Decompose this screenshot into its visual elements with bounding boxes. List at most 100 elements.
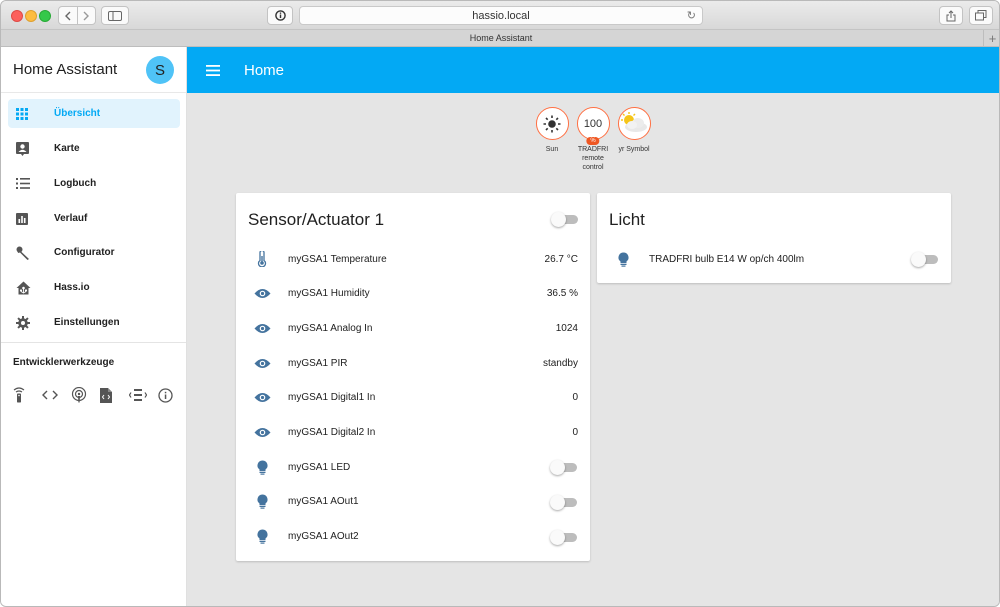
entity-name: myGSA1 Analog In: [288, 322, 373, 334]
badge-circle: [617, 107, 651, 140]
badge-label: Sun: [545, 146, 559, 153]
entity-state: 1024: [555, 322, 578, 334]
developer-tools-title: Entwicklerwerkzeuge: [13, 357, 115, 368]
badge-tradfri-remote[interactable]: 100 % TRADFRI remote control: [575, 107, 611, 172]
entity-row[interactable]: myGSA1 Analog In 1024: [236, 311, 590, 345]
grid-icon: [16, 107, 46, 120]
map-account-icon: [16, 141, 46, 156]
code-icon[interactable]: [42, 385, 71, 405]
sidebar-item-label: Configurator: [54, 247, 115, 258]
menu-icon[interactable]: [206, 63, 220, 77]
sidebar-item-label: Logbuch: [54, 178, 97, 189]
main-content: Sun 100 % TRADFRI remote control yr Symb…: [187, 93, 999, 606]
address-text: hassio.local: [472, 9, 530, 22]
address-bar[interactable]: hassio.local ↻: [299, 6, 703, 25]
sidebar-item-hassio[interactable]: Hass.io: [8, 273, 180, 302]
sidebar-header: Home Assistant S: [1, 47, 186, 93]
browser-window: hassio.local ↻ Home Assistant + Home Ass…: [0, 0, 1000, 607]
app-header: Home: [187, 47, 999, 93]
avatar[interactable]: S: [146, 56, 174, 84]
remote-icon[interactable]: [13, 385, 42, 405]
entity-state: standby: [542, 357, 578, 369]
chart-icon: [16, 212, 46, 225]
entity-row[interactable]: myGSA1 Temperature 26.7 °C: [236, 242, 590, 276]
entity-row[interactable]: myGSA1 PIR standby: [236, 346, 590, 380]
browser-toolbar: hassio.local ↻: [1, 1, 999, 30]
sidebar-item-label: Karte: [54, 143, 80, 154]
sidebar: Home Assistant S Übersicht Karte Logbuch: [1, 47, 187, 606]
sidebar-item-logbuch[interactable]: Logbuch: [8, 169, 180, 198]
tab-bar: Home Assistant +: [1, 30, 999, 47]
close-window-button[interactable]: [11, 10, 23, 22]
sidebar-item-uebersicht[interactable]: Übersicht: [8, 99, 180, 128]
share-button[interactable]: [939, 6, 963, 25]
entity-name: myGSA1 Humidity: [288, 288, 370, 300]
privacy-report-button[interactable]: [267, 6, 293, 25]
badge-value: 100: [583, 117, 603, 130]
entity-row[interactable]: myGSA1 Humidity 36.5 %: [236, 277, 590, 311]
badge-label: yr Symbol: [618, 146, 650, 153]
entity-name: myGSA1 PIR: [288, 357, 348, 369]
sidebar-item-label: Verlauf: [54, 213, 88, 224]
sidebar-item-label: Hass.io: [54, 282, 90, 293]
radio-tower-icon[interactable]: [129, 385, 158, 405]
badge-yr-symbol[interactable]: yr Symbol: [616, 107, 652, 154]
tab-overview-button[interactable]: [969, 6, 993, 25]
entity-name: myGSA1 Digital2 In: [288, 427, 376, 438]
entity-toggle[interactable]: [911, 252, 939, 267]
badge-sun[interactable]: Sun: [534, 107, 570, 154]
sidebar-divider: [1, 342, 186, 343]
badge-circle: 100 %: [576, 107, 610, 145]
eye-icon: [253, 288, 271, 299]
lightbulb-icon: [253, 529, 271, 544]
sidebar-item-label: Übersicht: [54, 108, 101, 119]
sidebar-item-label: Einstellungen: [54, 317, 120, 328]
zoom-window-button[interactable]: [39, 10, 51, 22]
forward-button[interactable]: [76, 7, 96, 24]
entity-row[interactable]: myGSA1 Digital2 In 0: [236, 416, 590, 450]
entity-toggle[interactable]: [550, 460, 578, 476]
weather-icon: [621, 111, 647, 132]
entity-toggle[interactable]: [550, 529, 578, 545]
sun-icon: [543, 115, 561, 132]
minimize-window-button[interactable]: [25, 10, 37, 22]
tab-title[interactable]: Home Assistant: [470, 33, 533, 43]
eye-icon: [253, 427, 271, 438]
list-icon: [16, 178, 46, 189]
card-title: Licht: [609, 210, 645, 229]
podcast-icon[interactable]: [71, 385, 100, 405]
eye-icon: [253, 358, 271, 369]
sidebar-item-einstellungen[interactable]: Einstellungen: [8, 308, 180, 337]
entity-row[interactable]: myGSA1 LED: [236, 450, 590, 484]
entity-name: myGSA1 Temperature: [288, 253, 387, 265]
sidebar-item-verlauf[interactable]: Verlauf: [8, 204, 180, 233]
sidebar-item-configurator[interactable]: Configurator: [8, 238, 180, 267]
entity-row[interactable]: myGSA1 AOut1: [236, 485, 590, 519]
entity-toggle[interactable]: [550, 494, 578, 510]
show-sidebar-button[interactable]: [101, 6, 129, 25]
file-xml-icon[interactable]: [100, 385, 129, 405]
developer-tools: [13, 385, 187, 405]
card-master-toggle[interactable]: [551, 212, 579, 227]
lightbulb-icon: [253, 460, 271, 475]
entity-row[interactable]: TRADFRI bulb E14 W op/ch 400lm: [597, 242, 951, 276]
share-icon: [946, 9, 956, 21]
badge-label: TRADFRI remote control: [577, 146, 609, 171]
back-button[interactable]: [59, 7, 77, 24]
reload-icon[interactable]: ↻: [687, 9, 696, 22]
chevron-left-icon: [64, 11, 71, 20]
entity-row[interactable]: myGSA1 Digital1 In 0: [236, 381, 590, 415]
entity-name: myGSA1 Digital1 In: [288, 392, 376, 404]
sidebar-title: Home Assistant: [13, 61, 118, 78]
sidebar-item-karte[interactable]: Karte: [8, 134, 180, 163]
lightbulb-icon: [253, 494, 271, 510]
new-tab-button[interactable]: +: [983, 30, 999, 47]
entity-row[interactable]: myGSA1 AOut2: [236, 520, 590, 554]
sidebar-toggle-icon: [108, 10, 122, 21]
info-icon[interactable]: [158, 385, 187, 405]
badge-circle: [535, 107, 569, 140]
card-licht: Licht TRADFRI bulb E14 W op/ch 400lm: [597, 193, 951, 283]
entity-name: myGSA1 AOut1: [288, 496, 359, 508]
gear-icon: [16, 315, 46, 330]
entity-name: TRADFRI bulb E14 W op/ch 400lm: [649, 253, 805, 265]
